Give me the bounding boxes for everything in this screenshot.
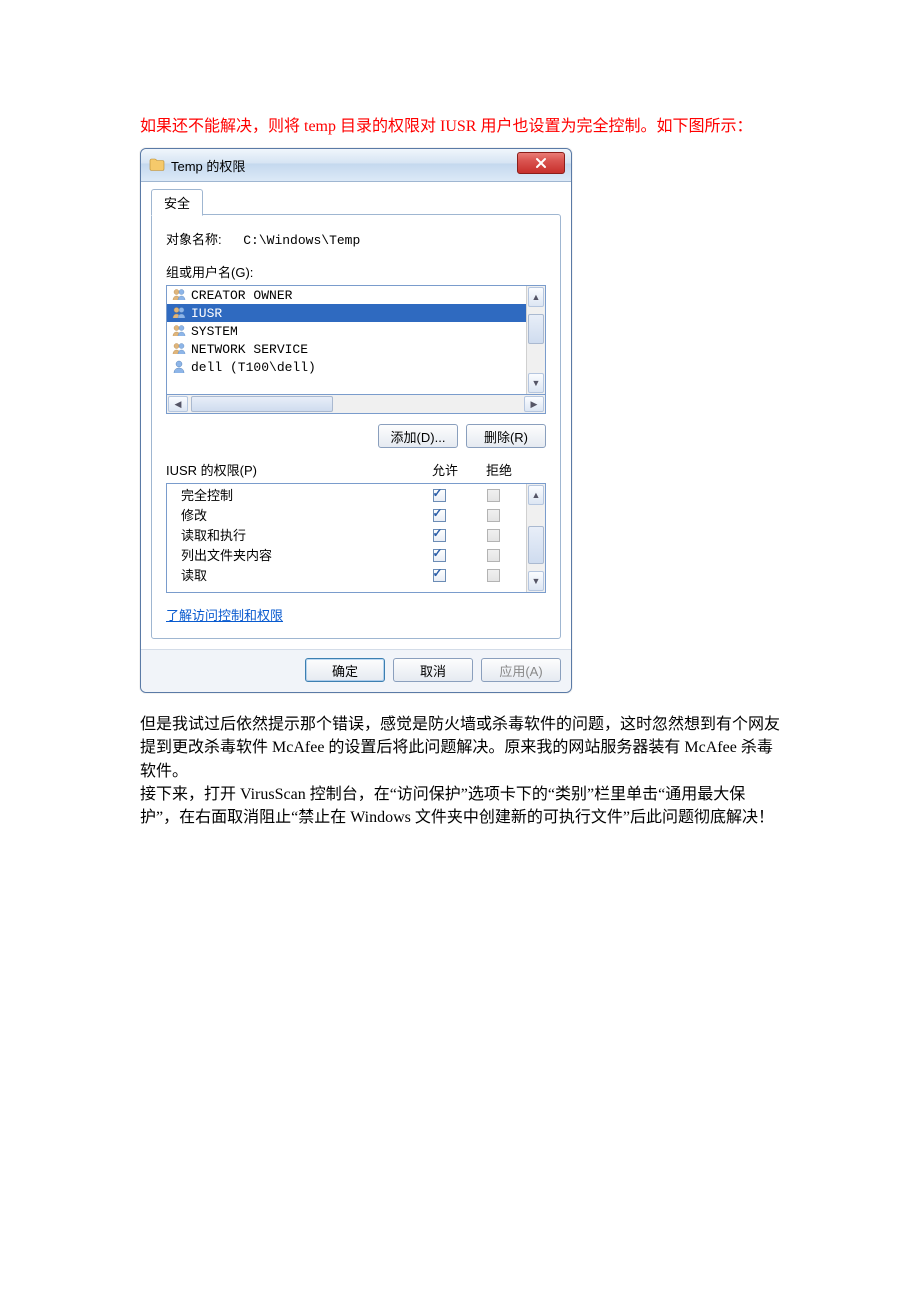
permission-name: 读取和执行 xyxy=(181,525,410,544)
cancel-button[interactable]: 取消 xyxy=(393,658,473,682)
deny-checkbox[interactable] xyxy=(487,569,500,582)
user-row[interactable]: CREATOR OWNER xyxy=(167,286,526,304)
tab-panel-security: 对象名称: C:\Windows\Temp 组或用户名(G): CREATOR … xyxy=(151,214,561,639)
perms-scroll-down[interactable]: ▼ xyxy=(528,571,544,591)
user-row-label: SYSTEM xyxy=(191,324,238,339)
hscroll-track[interactable] xyxy=(189,395,523,413)
scroll-down-arrow[interactable]: ▼ xyxy=(528,373,544,393)
permission-name: 修改 xyxy=(181,505,410,524)
permission-row: 列出文件夹内容 xyxy=(167,544,526,564)
group-icon xyxy=(171,305,187,321)
allow-header: 允许 xyxy=(416,460,474,479)
object-name-row: 对象名称: C:\Windows\Temp xyxy=(166,229,546,248)
add-button[interactable]: 添加(D)... xyxy=(378,424,458,448)
deny-checkbox[interactable] xyxy=(487,489,500,502)
permission-name: 读取 xyxy=(181,565,410,584)
user-row[interactable]: dell (T100\dell) xyxy=(167,358,526,376)
group-icon xyxy=(171,323,187,339)
users-hscrollbar[interactable]: ◀ ▶ xyxy=(166,395,546,414)
close-button[interactable] xyxy=(517,152,565,174)
user-row-label: CREATOR OWNER xyxy=(191,288,292,303)
user-row[interactable]: NETWORK SERVICE xyxy=(167,340,526,358)
hscroll-right-arrow[interactable]: ▶ xyxy=(524,396,544,412)
permission-row: 读取和执行 xyxy=(167,524,526,544)
allow-cell xyxy=(410,547,468,562)
deny-cell xyxy=(468,547,518,562)
user-row[interactable]: SYSTEM xyxy=(167,322,526,340)
permission-row: 修改 xyxy=(167,504,526,524)
close-icon xyxy=(535,157,547,169)
allow-cell xyxy=(410,507,468,522)
user-row-label: dell (T100\dell) xyxy=(191,360,316,375)
permissions-header: IUSR 的权限(P) 允许 拒绝 xyxy=(166,460,546,479)
deny-cell xyxy=(468,527,518,542)
remove-button[interactable]: 删除(R) xyxy=(466,424,546,448)
scroll-track[interactable] xyxy=(527,308,545,372)
user-row-label: NETWORK SERVICE xyxy=(191,342,308,357)
dialog-footer: 确定 取消 应用(A) xyxy=(141,649,571,692)
deny-checkbox[interactable] xyxy=(487,529,500,542)
group-icon xyxy=(171,341,187,357)
body-text: 但是我试过后依然提示那个错误，感觉是防火墙或杀毒软件的问题，这时忽然想到有个网友… xyxy=(140,713,780,829)
perms-vscrollbar[interactable]: ▲ ▼ xyxy=(526,484,545,592)
perms-scroll-up[interactable]: ▲ xyxy=(528,485,544,505)
permission-row: 读取 xyxy=(167,564,526,584)
deny-header: 拒绝 xyxy=(474,460,524,479)
permissions-for-label: IUSR 的权限(P) xyxy=(166,460,257,479)
permission-name: 列出文件夹内容 xyxy=(181,545,410,564)
dialog-body: 安全 对象名称: C:\Windows\Temp 组或用户名(G): CREAT… xyxy=(141,182,571,649)
allow-cell xyxy=(410,567,468,582)
allow-checkbox[interactable] xyxy=(433,569,446,582)
allow-checkbox[interactable] xyxy=(433,509,446,522)
allow-cell xyxy=(410,487,468,502)
dialog-titlebar[interactable]: Temp 的权限 xyxy=(141,149,571,182)
perms-scroll-thumb[interactable] xyxy=(528,526,544,564)
users-vscrollbar[interactable]: ▲ ▼ xyxy=(526,286,545,394)
deny-cell xyxy=(468,487,518,502)
user-row[interactable]: IUSR xyxy=(167,304,526,322)
permissions-listbox[interactable]: 完全控制修改读取和执行列出文件夹内容读取 ▲ ▼ xyxy=(166,483,546,593)
permission-name: 完全控制 xyxy=(181,485,410,504)
user-icon xyxy=(171,359,187,375)
allow-checkbox[interactable] xyxy=(433,489,446,502)
document-page: 如果还不能解决，则将 temp 目录的权限对 IUSR 用户也设置为完全控制。如… xyxy=(0,0,920,1302)
permissions-dialog: Temp 的权限 安全 对象名称: C:\Windows\Temp 组或用户名(… xyxy=(140,148,572,693)
users-listbox[interactable]: CREATOR OWNER IUSR SYSTEM NETWORK SERVICE de… xyxy=(166,285,546,395)
tabstrip: 安全 xyxy=(151,188,561,215)
user-row-label: IUSR xyxy=(191,306,222,321)
groups-label: 组或用户名(G): xyxy=(166,262,546,281)
learn-link[interactable]: 了解访问控制和权限 xyxy=(166,605,283,624)
apply-button[interactable]: 应用(A) xyxy=(481,658,561,682)
allow-checkbox[interactable] xyxy=(433,549,446,562)
scroll-up-arrow[interactable]: ▲ xyxy=(528,287,544,307)
folder-icon xyxy=(149,157,165,173)
allow-checkbox[interactable] xyxy=(433,529,446,542)
group-icon xyxy=(171,287,187,303)
add-remove-row: 添加(D)... 删除(R) xyxy=(166,424,546,448)
hscroll-left-arrow[interactable]: ◀ xyxy=(168,396,188,412)
ok-button[interactable]: 确定 xyxy=(305,658,385,682)
deny-cell xyxy=(468,567,518,582)
permission-row: 完全控制 xyxy=(167,484,526,504)
allow-cell xyxy=(410,527,468,542)
object-name-path: C:\Windows\Temp xyxy=(243,233,360,248)
tab-security[interactable]: 安全 xyxy=(151,189,203,216)
object-name-label: 对象名称: xyxy=(166,232,222,247)
scroll-thumb[interactable] xyxy=(528,314,544,344)
perms-scroll-track[interactable] xyxy=(527,506,545,570)
dialog-title: Temp 的权限 xyxy=(171,156,517,175)
deny-checkbox[interactable] xyxy=(487,549,500,562)
intro-text-red: 如果还不能解决，则将 temp 目录的权限对 IUSR 用户也设置为完全控制。如… xyxy=(140,115,780,138)
deny-cell xyxy=(468,507,518,522)
deny-checkbox[interactable] xyxy=(487,509,500,522)
hscroll-thumb[interactable] xyxy=(191,396,333,412)
